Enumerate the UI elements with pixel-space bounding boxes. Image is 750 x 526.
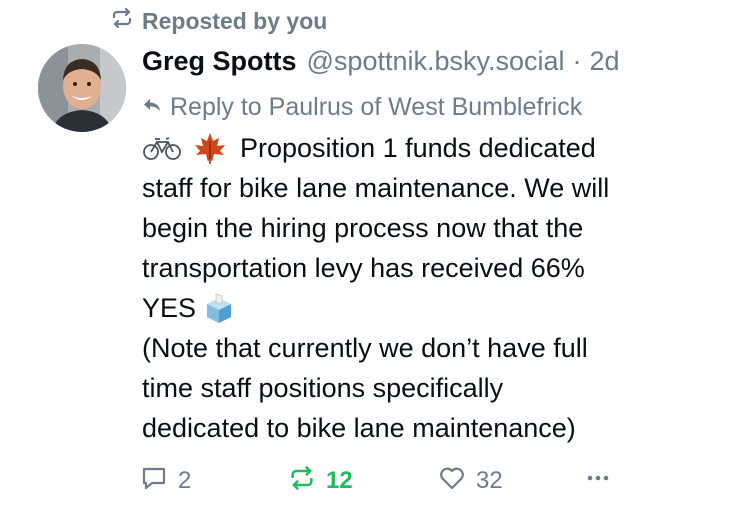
repost-icon [288, 464, 316, 499]
post-line-5: YES [142, 293, 197, 323]
reply-count: 2 [178, 467, 192, 494]
like-count: 32 [476, 467, 503, 494]
reply-button[interactable]: 2 [140, 464, 191, 499]
post-line-7: time staff positions specifically [142, 373, 504, 403]
post-line: begin the hiring process now that the [142, 208, 732, 248]
avatar[interactable] [38, 44, 126, 132]
post-line: transportation levy has received 66% [142, 248, 732, 288]
post-line-4: transportation levy has received 66% [142, 253, 585, 283]
post-line-3: begin the hiring process now that the [142, 213, 584, 243]
post-line-6: (Note that currently we don’t have full [142, 333, 588, 363]
comment-icon [140, 464, 168, 499]
repost-icon [110, 6, 134, 36]
author-name[interactable]: Greg Spotts [142, 46, 297, 77]
more-icon [584, 464, 612, 499]
reply-context[interactable]: Reply to Paulrus of West Bumblefrick [142, 90, 582, 124]
more-options-button[interactable] [584, 464, 612, 499]
heart-icon [438, 464, 466, 499]
post-time[interactable]: 2d [590, 46, 620, 77]
post-line: YES [142, 288, 732, 328]
action-bar: 2 12 32 [140, 462, 730, 500]
ballot-box-emoji [204, 292, 234, 324]
repost-banner-label: Reposted by you [142, 7, 328, 34]
post-text: Proposition 1 funds dedicated staff for … [142, 128, 732, 448]
like-button[interactable]: 32 [438, 464, 503, 499]
post-line-8: dedicated to bike lane maintenance) [142, 413, 576, 443]
author-handle[interactable]: @spottnik.bsky.social [307, 46, 565, 77]
post-line-2: staff for bike lane maintenance. We will [142, 173, 610, 203]
repost-button[interactable]: 12 [288, 464, 353, 499]
bicycle-emoji [142, 134, 182, 162]
post-line: Proposition 1 funds dedicated [142, 128, 732, 168]
post-line: staff for bike lane maintenance. We will [142, 168, 732, 208]
post-line: dedicated to bike lane maintenance) [142, 408, 732, 448]
separator-dot: · [572, 46, 582, 76]
post-line-1: Proposition 1 funds dedicated [240, 133, 596, 163]
reply-context-label[interactable]: Reply to Paulrus of West Bumblefrick [170, 93, 582, 122]
post-line: (Note that currently we don’t have full [142, 328, 732, 368]
repost-count: 12 [326, 467, 353, 494]
maple-leaf-emoji [192, 131, 228, 165]
post-header: Greg Spotts @spottnik.bsky.social · 2d [142, 46, 620, 82]
repost-banner: Reposted by you [110, 6, 327, 36]
post-line: time staff positions specifically [142, 368, 732, 408]
reply-arrow-icon [142, 93, 162, 122]
